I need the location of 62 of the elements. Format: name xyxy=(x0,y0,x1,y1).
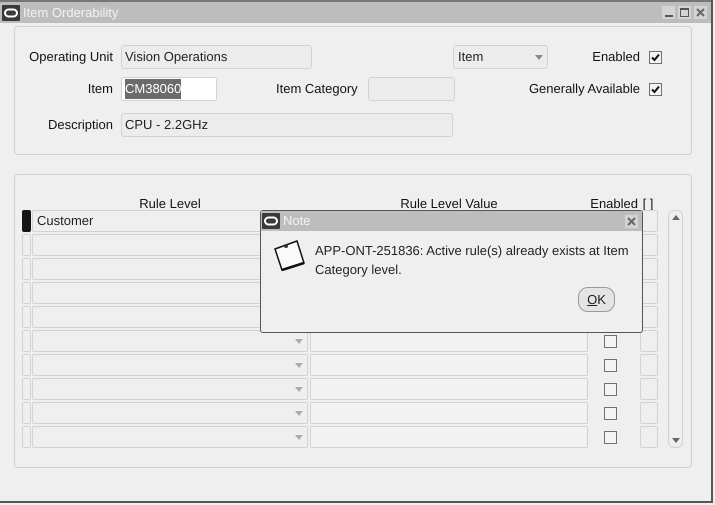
rule-level-value-field[interactable] xyxy=(310,426,588,448)
close-button[interactable] xyxy=(694,6,707,19)
dropdown-arrow-icon xyxy=(295,386,303,392)
scrollbar[interactable] xyxy=(668,210,683,448)
item-field[interactable]: CM38060 xyxy=(121,77,217,101)
row-indicator[interactable] xyxy=(22,210,31,232)
rule-level-field[interactable] xyxy=(32,330,308,352)
scroll-up-icon[interactable] xyxy=(672,215,680,220)
row-field[interactable] xyxy=(640,378,658,400)
minimize-button[interactable] xyxy=(662,6,675,19)
field-label: Item Category xyxy=(276,80,358,98)
checkbox[interactable] xyxy=(649,50,662,64)
row-indicator[interactable] xyxy=(22,258,31,280)
close-button[interactable] xyxy=(625,214,638,228)
checkbox[interactable] xyxy=(604,406,617,420)
oracle-logo-icon xyxy=(2,4,20,20)
rule-level-value-field[interactable] xyxy=(310,378,588,400)
field-label: Item xyxy=(86,80,113,98)
rule-level-field[interactable] xyxy=(32,378,308,400)
item-category-field[interactable] xyxy=(368,77,455,101)
note-icon xyxy=(273,239,306,272)
ok-button[interactable]: OK xyxy=(578,287,615,312)
rule-level-field[interactable] xyxy=(32,354,308,376)
row-indicator[interactable] xyxy=(22,426,31,448)
dropdown-arrow-icon xyxy=(295,434,303,440)
column-header: Rule Level xyxy=(139,197,201,210)
row-field[interactable] xyxy=(640,426,658,448)
column-header: Enabled xyxy=(590,197,638,210)
rule-level-value-field[interactable] xyxy=(310,402,588,424)
field-label: Generally Available xyxy=(528,80,640,98)
checkbox[interactable] xyxy=(604,382,617,396)
row-indicator[interactable] xyxy=(22,306,31,328)
row-indicator[interactable] xyxy=(22,330,31,352)
row-field[interactable] xyxy=(640,402,658,424)
scroll-down-icon[interactable] xyxy=(672,438,680,443)
row-field[interactable] xyxy=(640,354,658,376)
operating-unit-field[interactable]: Vision Operations xyxy=(121,45,312,69)
dialog-message: APP-ONT-251836: Active rule(s) already exists at Item Category level. xyxy=(315,242,630,279)
field-label: Enabled xyxy=(592,48,640,66)
checkbox[interactable] xyxy=(649,82,662,96)
rule-level-field[interactable] xyxy=(32,402,308,424)
rule-level-field[interactable] xyxy=(32,426,308,448)
oracle-logo-icon xyxy=(262,213,280,229)
level-dropdown[interactable]: Item xyxy=(453,45,548,69)
row-indicator[interactable] xyxy=(22,234,31,256)
row-indicator[interactable] xyxy=(22,282,31,304)
dropdown-arrow-icon xyxy=(535,54,543,60)
column-header: Rule Level Value xyxy=(400,197,498,210)
rule-level-value-field[interactable] xyxy=(310,354,588,376)
description-field[interactable]: CPU - 2.2GHz xyxy=(121,113,453,137)
dropdown-arrow-icon xyxy=(295,338,303,344)
field-label: Operating Unit xyxy=(28,48,113,66)
field-label: Description xyxy=(46,116,113,134)
dropdown-arrow-icon xyxy=(295,410,303,416)
checkbox[interactable] xyxy=(604,334,617,348)
dropdown-arrow-icon xyxy=(295,362,303,368)
row-indicator[interactable] xyxy=(22,378,31,400)
checkbox[interactable] xyxy=(604,430,617,444)
row-indicator[interactable] xyxy=(22,354,31,376)
checkbox[interactable] xyxy=(604,358,617,372)
maximize-button[interactable] xyxy=(678,6,691,19)
row-indicator[interactable] xyxy=(22,402,31,424)
